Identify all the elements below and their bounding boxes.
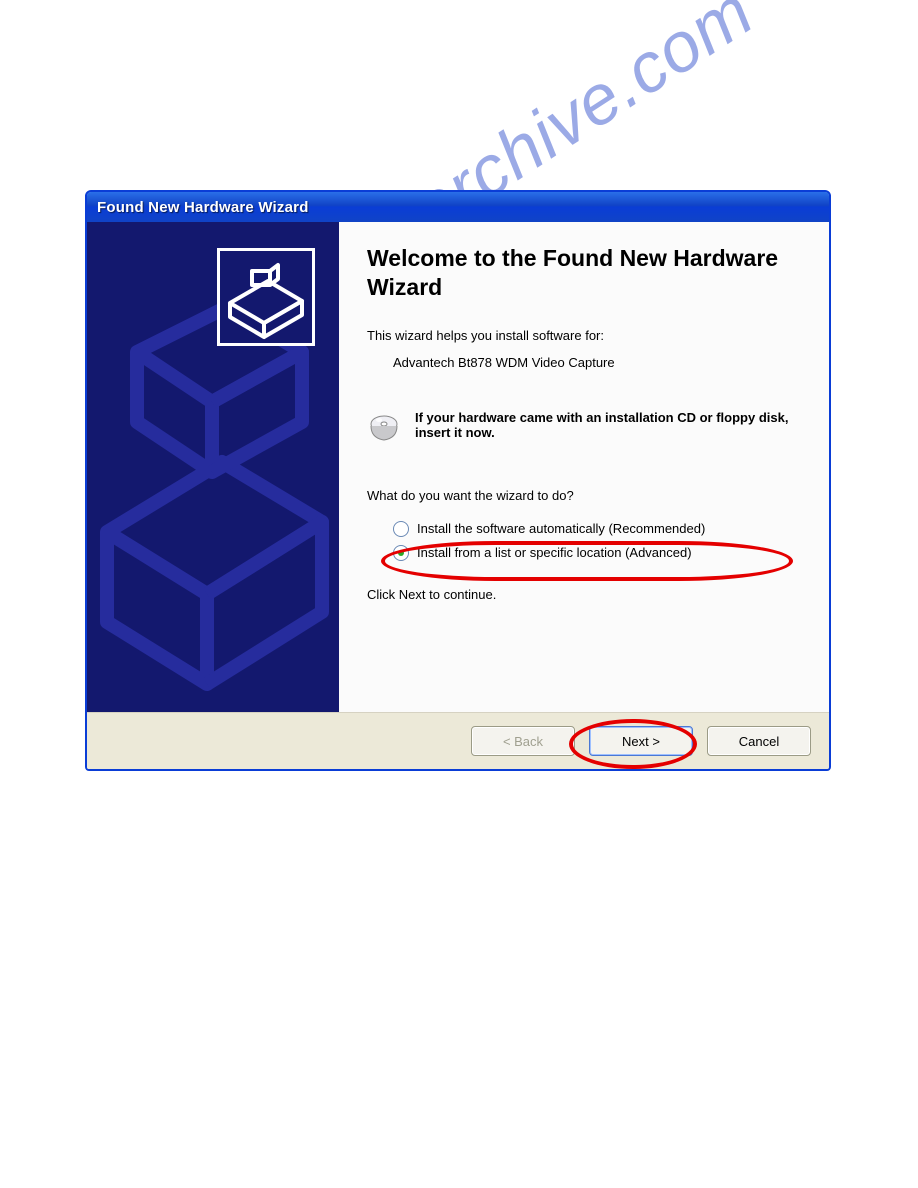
- radio-checked-icon: [393, 545, 409, 561]
- next-button[interactable]: Next >: [589, 726, 693, 756]
- cd-insert-note: If your hardware came with an installati…: [367, 410, 801, 444]
- wizard-heading: Welcome to the Found New Hardware Wizard: [367, 244, 801, 302]
- radio-label-auto: Install the software automatically (Reco…: [417, 521, 705, 537]
- wizard-question: What do you want the wizard to do?: [367, 488, 801, 503]
- radio-label-list: Install from a list or specific location…: [417, 545, 692, 561]
- titlebar[interactable]: Found New Hardware Wizard: [87, 192, 829, 222]
- next-button-label: Next >: [622, 734, 660, 749]
- wizard-dialog: Found New Hardware Wizard: [85, 190, 831, 771]
- cancel-button[interactable]: Cancel: [707, 726, 811, 756]
- install-options: Install the software automatically (Reco…: [387, 517, 801, 565]
- cd-icon: [367, 410, 401, 444]
- device-name: Advantech Bt878 WDM Video Capture: [393, 355, 801, 370]
- radio-install-auto[interactable]: Install the software automatically (Reco…: [387, 517, 801, 541]
- wizard-sidebar: [87, 222, 339, 712]
- radio-unchecked-icon: [393, 521, 409, 537]
- back-button-label: < Back: [503, 734, 543, 749]
- radio-install-list[interactable]: Install from a list or specific location…: [387, 541, 801, 565]
- continue-hint: Click Next to continue.: [367, 587, 801, 602]
- dialog-body: Welcome to the Found New Hardware Wizard…: [87, 222, 829, 712]
- intro-text: This wizard helps you install software f…: [367, 328, 801, 343]
- cd-note-text: If your hardware came with an installati…: [415, 410, 801, 440]
- cancel-button-label: Cancel: [739, 734, 779, 749]
- window-title: Found New Hardware Wizard: [97, 199, 309, 216]
- wizard-content: Welcome to the Found New Hardware Wizard…: [339, 222, 829, 712]
- button-bar: < Back Next > Cancel: [87, 712, 829, 769]
- wizard-hero-icon: [217, 248, 315, 346]
- back-button: < Back: [471, 726, 575, 756]
- page: manualsarchive.com Found New Hardware Wi…: [0, 0, 918, 1188]
